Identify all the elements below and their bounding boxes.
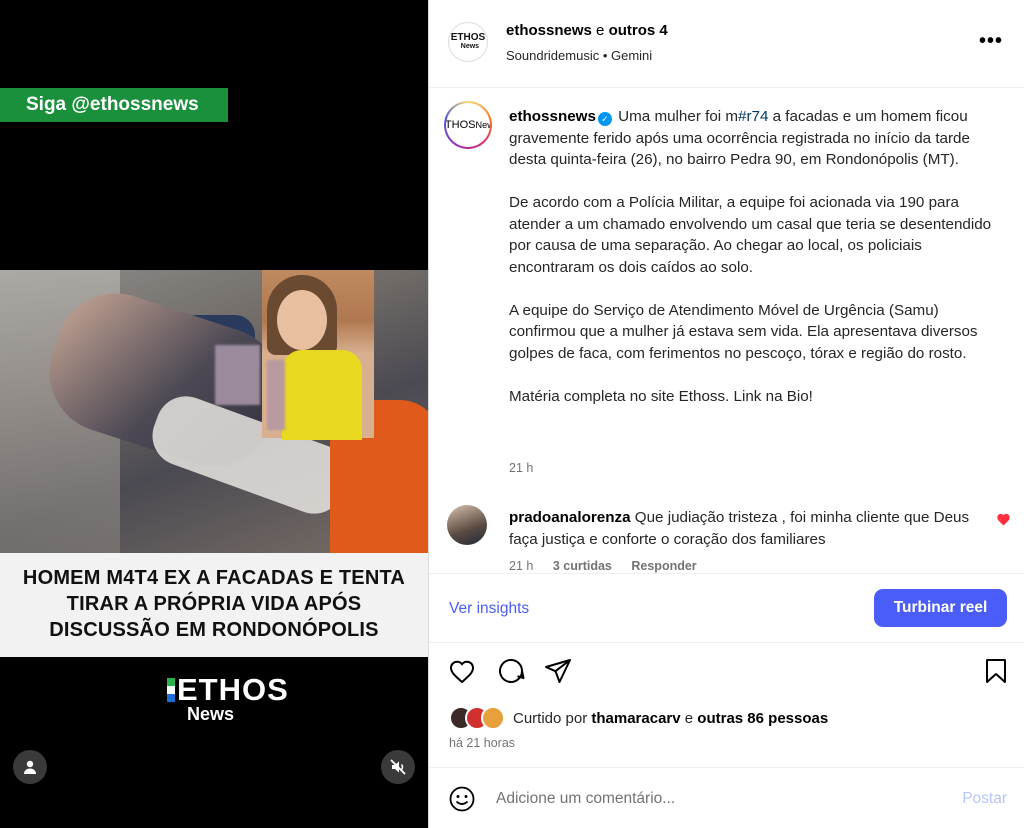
mute-toggle-button[interactable]: [381, 750, 415, 784]
post-details-panel: ETHOS News ethossnews e outros 4 Soundrid…: [428, 0, 1024, 828]
like-heart-icon[interactable]: [447, 656, 477, 686]
post-comment-button[interactable]: Postar: [962, 790, 1007, 808]
comment-liked-heart-icon[interactable]: [996, 513, 1011, 526]
comment-input[interactable]: [496, 787, 916, 811]
boost-reel-button[interactable]: Turbinar reel: [874, 589, 1007, 627]
muted-speaker-icon: [390, 759, 406, 775]
author-link[interactable]: ethossnews: [506, 22, 592, 39]
ethos-news-logo: ETHOS News: [163, 672, 288, 728]
save-bookmark-icon[interactable]: [981, 656, 1011, 686]
liker-avatars: [449, 706, 509, 730]
comment-meta: 21 h 3 curtidas Responder: [509, 559, 697, 573]
view-insights-link[interactable]: Ver insights: [449, 600, 529, 618]
post-authors: ethossnews e outros 4: [506, 22, 668, 39]
emoji-icon[interactable]: [449, 786, 475, 812]
inset-photo: [262, 270, 374, 440]
comment-bubble-icon[interactable]: [496, 656, 526, 686]
other-likers-link[interactable]: outras 86 pessoas: [697, 710, 828, 727]
post-caption: ethossnews ✓ Uma mulher foi m#r74 a facad…: [509, 108, 992, 405]
add-comment-bar: Postar: [429, 767, 1024, 828]
post-actions: [429, 652, 1024, 696]
user-icon: [24, 760, 36, 774]
commenter-avatar[interactable]: [447, 505, 487, 545]
more-options-icon[interactable]: •••: [979, 30, 1003, 53]
insights-bar: Ver insights Turbinar reel: [429, 573, 1024, 643]
comments-scroll-area[interactable]: ETHOSNews ethossnews✓ Uma mulher foi m#r…: [429, 89, 1024, 573]
post-header: ETHOS News ethossnews e outros 4 Soundrid…: [429, 0, 1024, 88]
verified-badge-icon: ✓: [597, 112, 612, 126]
tagged-user-button[interactable]: [13, 750, 47, 784]
liker-link[interactable]: thamaracarv: [591, 710, 680, 727]
caption-timestamp: 21 h: [509, 461, 534, 475]
collaborators-link[interactable]: outros 4: [609, 22, 668, 39]
comment-item: pradoanalorenza Que judiação tristeza , …: [509, 509, 970, 548]
share-send-icon[interactable]: [543, 656, 573, 686]
caption-author-link[interactable]: ethossnews: [509, 108, 596, 125]
post-timestamp: há 21 horas: [449, 736, 516, 750]
reel-video[interactable]: Siga @ethossnews HOMEM M4T4 EX A FACADAS…: [0, 0, 428, 828]
video-headline: HOMEM M4T4 EX A FACADAS E TENTA TIRAR A …: [0, 553, 428, 657]
comment-likes-link[interactable]: 3 curtidas: [553, 559, 612, 573]
audio-attribution[interactable]: Soundridemusic • Gemini: [506, 48, 652, 63]
caption-author-avatar[interactable]: ETHOSNews: [444, 101, 492, 149]
likes-summary: Curtido por thamaracarv e outras 86 pess…: [429, 704, 1024, 734]
reply-button[interactable]: Responder: [631, 559, 696, 573]
author-avatar[interactable]: ETHOS News: [448, 22, 488, 62]
commenter-link[interactable]: pradoanalorenza: [509, 509, 631, 526]
follow-banner: Siga @ethossnews: [0, 88, 228, 122]
video-frame: [0, 270, 428, 553]
hashtag-link[interactable]: #r74: [738, 108, 768, 125]
